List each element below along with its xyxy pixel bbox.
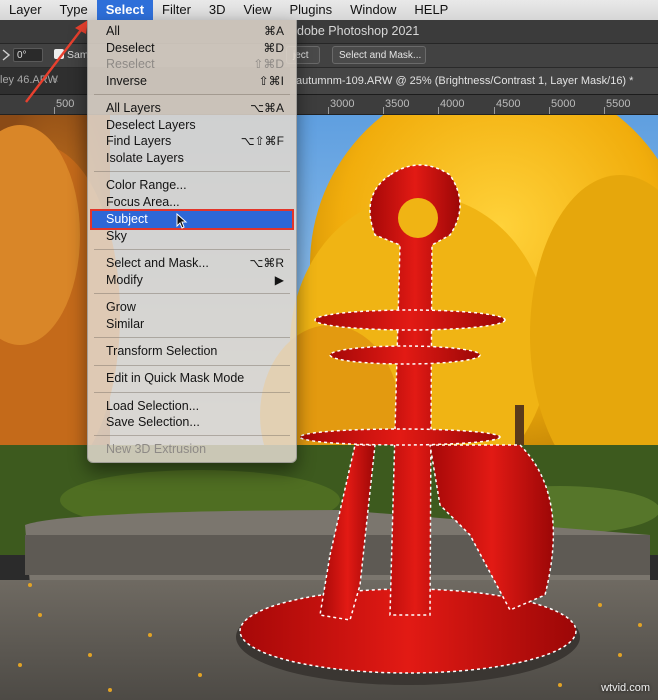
select-menu-item-inverse[interactable]: Inverse ⇧⌘I: [92, 73, 292, 90]
menu-separator: [94, 94, 290, 95]
menu-item-label: Edit in Quick Mask Mode: [106, 371, 245, 385]
menu-item-label: Save Selection...: [106, 415, 200, 429]
menu-view[interactable]: View: [235, 0, 281, 20]
tab-active-document[interactable]: autumnm-109.ARW @ 25% (Brightness/Contra…: [290, 68, 658, 94]
menu-item-label: Focus Area...: [106, 195, 180, 209]
menu-item-label: Sky: [106, 229, 127, 243]
select-menu-item-grow[interactable]: Grow: [92, 299, 292, 316]
ruler-label: 4500: [496, 98, 521, 110]
select-and-mask-button[interactable]: Select and Mask...: [332, 46, 426, 64]
menu-item-shortcut: ⌘A: [263, 24, 284, 38]
menu-separator: [94, 435, 290, 436]
app-title: dobe Photoshop 2021: [297, 24, 420, 38]
select-menu-item-modify[interactable]: Modify ▶: [92, 272, 292, 289]
menubar: Layer Type Select Filter 3D View Plugins…: [0, 0, 658, 21]
mouse-cursor-icon: [176, 213, 188, 229]
menu-separator: [94, 392, 290, 393]
select-menu-item-sky[interactable]: Sky: [92, 228, 292, 245]
menu-separator: [94, 365, 290, 366]
select-menu-item-reselect: Reselect ⇧⌘D: [92, 56, 292, 73]
menu-item-label: Transform Selection: [106, 344, 218, 358]
submenu-arrow-icon: ▶: [274, 273, 284, 287]
select-menu-item-deselect[interactable]: Deselect ⌘D: [92, 40, 292, 57]
select-menu-item-load-selection[interactable]: Load Selection...: [92, 398, 292, 415]
menu-item-label: Find Layers: [106, 134, 172, 148]
ruler-label: 5000: [551, 98, 576, 110]
select-menu-item-all-layers[interactable]: All Layers ⌥⌘A: [92, 100, 292, 117]
select-menu-item-similar[interactable]: Similar: [92, 316, 292, 333]
select-menu-item-find-layers[interactable]: Find Layers ⌥⇧⌘F: [92, 133, 292, 150]
menu-item-label: Modify: [106, 273, 143, 287]
menu-3d[interactable]: 3D: [200, 0, 235, 20]
annotation-arrow-icon: [25, 20, 88, 103]
angle-icon: [2, 49, 10, 61]
menu-item-shortcut: ⌘D: [263, 41, 284, 55]
menu-item-label: Grow: [106, 300, 136, 314]
select-menu-item-color-range[interactable]: Color Range...: [92, 177, 292, 194]
menu-item-label: Isolate Layers: [106, 151, 184, 165]
select-menu-item-focus-area[interactable]: Focus Area...: [92, 194, 292, 211]
select-menu-item-subject[interactable]: Subject: [90, 209, 294, 230]
menu-item-label: Deselect Layers: [106, 118, 196, 132]
menu-separator: [94, 249, 290, 250]
menu-item-label: Inverse: [106, 74, 147, 88]
menu-separator: [94, 337, 290, 338]
select-menu-item-transform-selection[interactable]: Transform Selection: [92, 343, 292, 360]
ruler-label: 5500: [606, 98, 631, 110]
menu-filter[interactable]: Filter: [153, 0, 200, 20]
ruler-label: 3500: [385, 98, 410, 110]
ruler-label: 4000: [440, 98, 465, 110]
menu-item-shortcut: ⌥⌘A: [250, 101, 284, 115]
menu-item-label: All: [106, 24, 120, 38]
select-menu-item-select-and-mask[interactable]: Select and Mask... ⌥⌘R: [92, 255, 292, 272]
select-menu-item-all[interactable]: All ⌘A: [92, 23, 292, 40]
menu-select[interactable]: Select: [96, 0, 154, 20]
menu-item-label: New 3D Extrusion: [106, 442, 207, 456]
menu-item-shortcut: ⌥⇧⌘F: [240, 134, 284, 148]
menu-item-label: Load Selection...: [106, 399, 200, 413]
menu-window[interactable]: Window: [341, 0, 405, 20]
menu-item-label: Reselect: [106, 57, 155, 71]
select-menu-dropdown: All ⌘A Deselect ⌘D Reselect ⇧⌘D Inverse ⇧⌘I All …: [87, 20, 297, 463]
menu-item-shortcut: ⌥⌘R: [249, 256, 285, 270]
menu-item-label: Select and Mask...: [106, 256, 209, 270]
menu-item-shortcut: ⇧⌘D: [253, 57, 284, 71]
menu-item-label: Deselect: [106, 41, 155, 55]
menu-item-label: Subject: [106, 212, 148, 226]
menu-item-label: Similar: [106, 317, 145, 331]
select-menu-item-isolate-layers[interactable]: Isolate Layers: [92, 150, 292, 167]
menu-item-label: All Layers: [106, 101, 161, 115]
select-menu-item-deselect-layers[interactable]: Deselect Layers: [92, 117, 292, 134]
menu-item-label: Color Range...: [106, 178, 187, 192]
menu-separator: [94, 171, 290, 172]
ruler-label: 3000: [330, 98, 355, 110]
menu-plugins[interactable]: Plugins: [281, 0, 342, 20]
select-menu-item-edit-in-quick-mask-mode[interactable]: Edit in Quick Mask Mode: [92, 370, 292, 387]
menu-separator: [94, 293, 290, 294]
watermark: wtvid.com: [601, 682, 650, 694]
menu-help[interactable]: HELP: [405, 0, 457, 20]
select-menu-item-new-3d-extrusion: New 3D Extrusion: [92, 441, 292, 458]
menu-item-shortcut: ⇧⌘I: [258, 74, 284, 88]
select-menu-item-save-selection[interactable]: Save Selection...: [92, 414, 292, 431]
